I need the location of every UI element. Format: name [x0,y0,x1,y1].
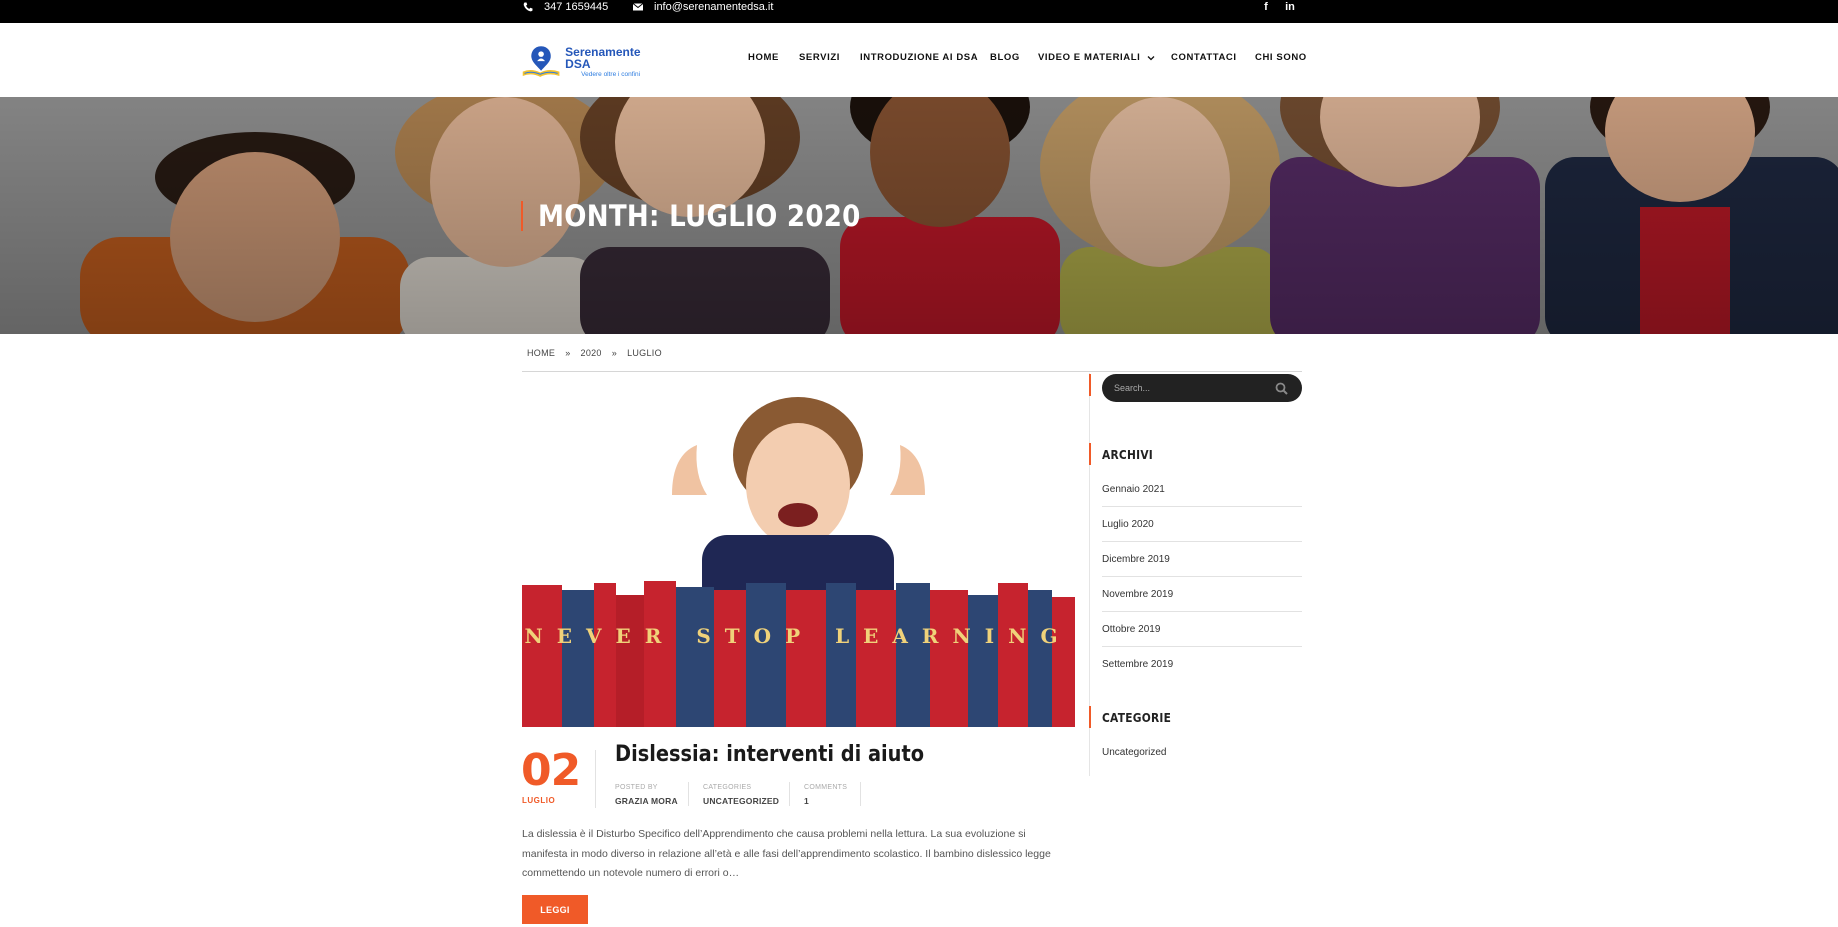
meta-comments-value[interactable]: 1 [804,796,847,806]
breadcrumb-separator: » [565,348,571,358]
linkedin-icon: in [1285,1,1295,13]
logo-icon [522,46,560,77]
email-contact[interactable]: info@serenamentedsa.it [632,0,773,14]
post-featured-image[interactable]: NEVER STOP LEARNING [522,385,1075,727]
nav-blog[interactable]: BLOG [990,52,1020,63]
search-icon[interactable] [1275,382,1288,395]
post-month: LUGLIO [522,796,556,805]
meta-comments: COMMENTS 1 [804,784,847,806]
post-title[interactable]: Dislessia: interventi di aiuto [615,742,924,767]
nav-introduzione-label: INTRODUZIONE AI DSA [860,52,979,63]
archive-item[interactable]: Novembre 2019 [1102,577,1302,612]
nav-servizi[interactable]: SERVIZI [799,52,840,63]
top-bar: 347 1659445 info@serenamentedsa.it f in [0,0,1838,23]
facebook-link[interactable]: f [1259,0,1273,14]
chevron-down-icon [1147,55,1155,60]
nav-contattaci[interactable]: CONTATTACI [1171,52,1237,63]
archives-list: Gennaio 2021 Luglio 2020 Dicembre 2019 N… [1102,472,1302,682]
archive-item[interactable]: Settembre 2019 [1102,647,1302,682]
phone-number: 347 1659445 [544,1,609,13]
nav-servizi-label: SERVIZI [799,52,840,63]
nav-blog-label: BLOG [990,52,1020,63]
nav-introduzione[interactable]: INTRODUZIONE AI DSA [860,52,978,63]
nav-home[interactable]: HOME [748,52,779,63]
post-day: 02 [521,745,581,796]
archive-item[interactable]: Luglio 2020 [1102,507,1302,542]
categories-title: CATEGORIE [1102,710,1172,725]
children-photo [0,97,1838,334]
email-address: info@serenamentedsa.it [654,1,774,13]
meta-divider [688,782,689,806]
envelope-icon [632,3,644,11]
nav-home-label: HOME [748,52,779,63]
hero-banner: MONTH: LUGLIO 2020 [0,97,1838,334]
logo-title: Serenamente DSA [565,44,641,71]
breadcrumb: HOME » 2020 » LUGLIO [527,348,662,358]
category-item[interactable]: Uncategorized [1102,747,1166,758]
phone-icon [523,2,533,12]
breadcrumb-home[interactable]: HOME [527,348,555,358]
date-divider [595,750,596,808]
sidebar-accent [1089,374,1091,396]
hero-title-accent [521,201,523,231]
site-header: Serenamente DSA Vedere oltre i confini H… [0,23,1838,97]
facebook-icon: f [1264,1,1268,13]
site-logo[interactable]: Serenamente DSA Vedere oltre i confini [521,41,656,83]
post-excerpt: La dislessia è il Disturbo Specifico del… [522,828,1051,879]
nav-chi-sono-label: CHI SONO [1255,52,1307,63]
page-title: MONTH: LUGLIO 2020 [538,199,861,233]
archive-item[interactable]: Dicembre 2019 [1102,542,1302,577]
meta-categories: CATEGORIES UNCATEGORIZED [703,784,779,806]
archive-item[interactable]: Gennaio 2021 [1102,472,1302,507]
nav-video-materiali[interactable]: VIDEO E MATERIALI [1038,52,1155,63]
read-more-button[interactable]: LEGGI [522,895,588,924]
nav-chi-sono[interactable]: CHI SONO [1255,52,1307,63]
breadcrumb-divider [522,371,1302,372]
meta-comments-label: COMMENTS [804,784,848,791]
archive-item[interactable]: Ottobre 2019 [1102,612,1302,647]
meta-divider [789,782,790,806]
meta-divider [860,782,861,806]
nav-contattaci-label: CONTATTACI [1171,52,1237,63]
meta-categories-label: CATEGORIES [703,784,752,791]
sidebar-accent [1089,706,1091,728]
breadcrumb-separator: » [611,348,618,358]
search-input[interactable] [1114,381,1264,395]
meta-author-label: POSTED BY [615,784,658,791]
meta-author-value[interactable]: GRAZIA MORA [615,796,678,806]
linkedin-link[interactable]: in [1282,0,1298,14]
image-slogan: NEVER STOP LEARNING [524,624,1071,648]
meta-categories-value[interactable]: UNCATEGORIZED [703,796,779,806]
logo-tagline: Vedere oltre i confini [581,70,641,78]
never-stop-learning-image: NEVER STOP LEARNING [522,385,1075,727]
sidebar-accent [1089,443,1091,465]
nav-video-materiali-label: VIDEO E MATERIALI [1038,52,1141,63]
breadcrumb-current: LUGLIO [627,348,662,358]
phone-contact[interactable]: 347 1659445 [522,0,608,14]
archives-title: ARCHIVI [1102,447,1154,462]
meta-author: POSTED BY GRAZIA MORA [615,784,678,806]
breadcrumb-year[interactable]: 2020 [581,348,602,358]
search-box [1102,374,1302,402]
